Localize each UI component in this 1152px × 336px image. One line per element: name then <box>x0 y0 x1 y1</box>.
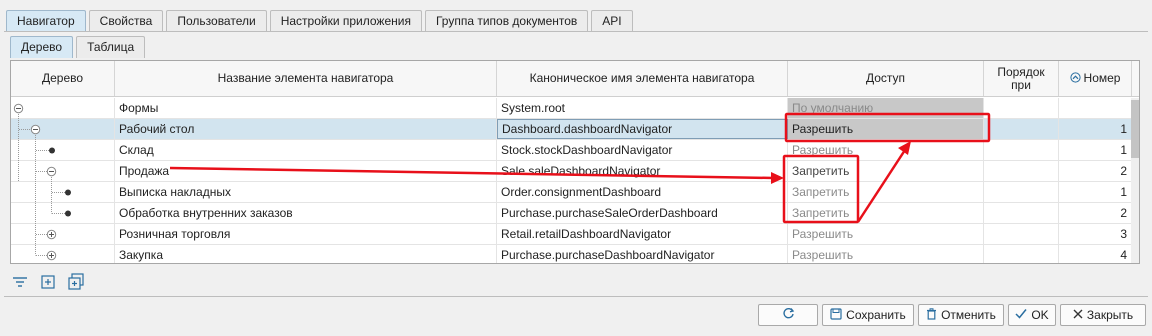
row-order <box>984 224 1059 244</box>
row-access[interactable]: Разрешить <box>788 140 984 160</box>
row-number: 1 <box>1059 119 1132 139</box>
row-canonical: Order.consignmentDashboard <box>497 182 788 202</box>
row-order <box>984 161 1059 181</box>
cancel-button[interactable]: Отменить <box>918 304 1004 326</box>
row-number: 1 <box>1059 140 1132 160</box>
row-name: Закупка <box>115 245 497 263</box>
row-name: Рабочий стол <box>115 119 497 139</box>
table-row[interactable]: Розничная торговля Retail.retailDashboar… <box>11 224 1139 245</box>
row-access[interactable]: Запретить <box>788 161 984 181</box>
tab-users[interactable]: Пользователи <box>166 10 267 32</box>
row-name: Продажа <box>115 161 497 181</box>
row-order <box>984 98 1059 118</box>
view-tabs: Дерево Таблица <box>10 36 148 58</box>
tab-properties[interactable]: Свойства <box>88 10 164 32</box>
save-label: Сохранить <box>846 308 906 322</box>
row-access[interactable]: Запретить <box>788 182 984 202</box>
sort-asc-icon <box>1069 71 1081 86</box>
row-canonical: Retail.retailDashboardNavigator <box>497 224 788 244</box>
row-name: Формы <box>115 98 497 118</box>
tab-table[interactable]: Таблица <box>76 36 146 58</box>
floppy-icon <box>830 307 842 323</box>
save-button[interactable]: Сохранить <box>822 304 914 326</box>
row-access[interactable]: По умолчанию <box>788 98 984 118</box>
row-canonical: Stock.stockDashboardNavigator <box>497 140 788 160</box>
row-access[interactable]: Разрешить <box>788 119 984 139</box>
main-tabs: Навигатор Свойства Пользователи Настройк… <box>6 10 636 32</box>
ok-label: OK <box>1031 308 1049 322</box>
tab-navigator[interactable]: Навигатор <box>6 10 86 32</box>
tab-tree[interactable]: Дерево <box>10 36 74 58</box>
close-icon <box>1073 308 1083 322</box>
navigator-grid: Дерево Название элемента навигатора Кано… <box>10 60 1140 264</box>
row-number: 1 <box>1059 182 1132 202</box>
table-row[interactable]: Закупка Purchase.purchaseDashboardNaviga… <box>11 245 1139 263</box>
filter-icon[interactable] <box>10 272 30 292</box>
close-button[interactable]: Закрыть <box>1060 304 1146 326</box>
close-label: Закрыть <box>1086 308 1134 322</box>
check-icon <box>1015 308 1027 322</box>
col-order[interactable]: Порядок при <box>984 61 1059 96</box>
row-canonical: Dashboard.dashboardNavigator <box>497 119 788 139</box>
table-row[interactable]: Рабочий стол Dashboard.dashboardNavigato… <box>11 119 1139 140</box>
footer-divider <box>4 296 1148 297</box>
row-canonical: System.root <box>497 98 788 118</box>
row-canonical: Sale.saleDashboardNavigator <box>497 161 788 181</box>
row-access[interactable]: Разрешить <box>788 224 984 244</box>
grid-toolbar <box>10 272 86 292</box>
row-number <box>1059 98 1132 118</box>
row-number: 2 <box>1059 161 1132 181</box>
refresh-icon <box>782 307 795 323</box>
row-number: 2 <box>1059 203 1132 223</box>
col-number[interactable]: Номер <box>1059 61 1132 96</box>
ok-button[interactable]: OK <box>1008 304 1056 326</box>
row-number: 4 <box>1059 245 1132 263</box>
row-order <box>984 119 1059 139</box>
row-order <box>984 182 1059 202</box>
row-order <box>984 203 1059 223</box>
col-number-label: Номер <box>1083 71 1121 85</box>
tab-doc-type-group[interactable]: Группа типов документов <box>424 10 589 32</box>
refresh-button[interactable] <box>758 304 818 326</box>
expand-all-icon[interactable] <box>38 272 58 292</box>
row-name: Розничная торговля <box>115 224 497 244</box>
dialog-buttons: Сохранить Отменить OK Закрыть <box>758 304 1146 326</box>
row-order <box>984 245 1059 263</box>
table-row[interactable]: Склад Stock.stockDashboardNavigator Разр… <box>11 140 1139 161</box>
table-row[interactable]: Обработка внутренних заказов Purchase.pu… <box>11 203 1139 224</box>
col-canonical[interactable]: Каноническое имя элемента навигатора <box>497 61 788 96</box>
tabs-divider <box>4 31 1148 32</box>
col-access[interactable]: Доступ <box>788 61 984 96</box>
tab-api[interactable]: API <box>591 10 633 32</box>
row-order <box>984 140 1059 160</box>
table-row[interactable]: Продажа Sale.saleDashboardNavigator Запр… <box>11 161 1139 182</box>
vertical-scrollbar[interactable] <box>1131 98 1139 263</box>
row-canonical: Purchase.purchaseSaleOrderDashboard <box>497 203 788 223</box>
col-name[interactable]: Название элемента навигатора <box>115 61 497 96</box>
row-access[interactable]: Разрешить <box>788 245 984 263</box>
grid-header: Дерево Название элемента навигатора Кано… <box>11 61 1139 97</box>
row-name: Склад <box>115 140 497 160</box>
tab-app-settings[interactable]: Настройки приложения <box>269 10 422 32</box>
row-canonical: Purchase.purchaseDashboardNavigator <box>497 245 788 263</box>
row-number: 3 <box>1059 224 1132 244</box>
cancel-label: Отменить <box>941 308 996 322</box>
table-row[interactable]: Формы System.root По умолчанию <box>11 98 1139 119</box>
row-access[interactable]: Запретить <box>788 203 984 223</box>
expand-icon[interactable] <box>11 61 115 264</box>
collapse-all-icon[interactable] <box>66 272 86 292</box>
row-name: Обработка внутренних заказов <box>115 203 497 223</box>
row-name: Выписка накладных <box>115 182 497 202</box>
scrollbar-thumb[interactable] <box>1131 100 1139 158</box>
trash-icon <box>926 307 937 323</box>
table-row[interactable]: Выписка накладных Order.consignmentDashb… <box>11 182 1139 203</box>
